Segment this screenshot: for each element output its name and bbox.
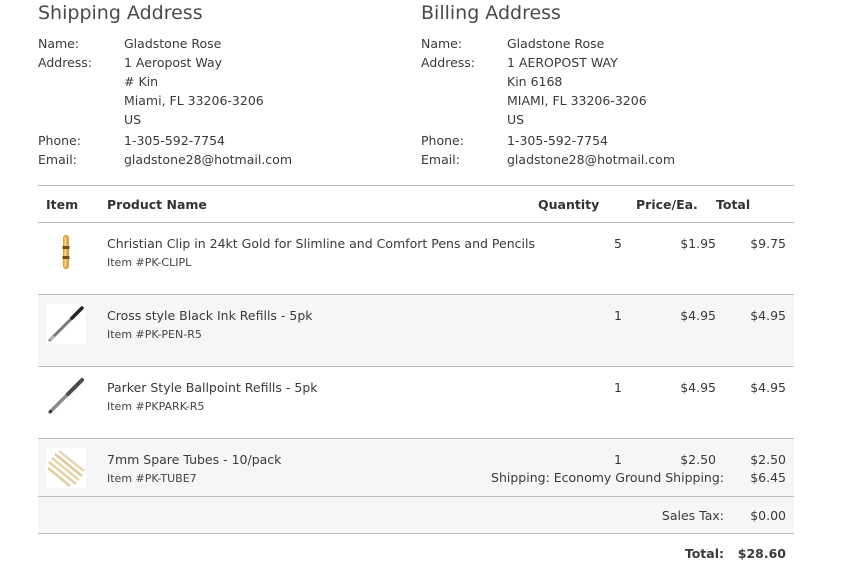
product-name-link[interactable]: Christian Clip in 24kt Gold for Slimline… — [107, 236, 538, 252]
table-row: Cross style Black Ink Refills - 5pk Item… — [38, 294, 794, 367]
shipping-address-line-4: US — [124, 112, 142, 127]
table-row: Christian Clip in 24kt Gold for Slimline… — [38, 222, 794, 295]
address-label: Address: — [421, 55, 475, 70]
billing-address-line-3: MIAMI, FL 33206-3206 — [507, 93, 647, 108]
quantity-value: 1 — [538, 366, 636, 439]
sales-tax-row: Sales Tax: $0.00 — [38, 497, 794, 534]
email-label: Email: — [421, 152, 460, 167]
shipping-summary-row: Shipping: Economy Ground Shipping: $6.45 — [38, 459, 794, 497]
sales-tax-label: Sales Tax: — [661, 507, 724, 523]
shipping-phone: 1-305-592-7754 — [124, 133, 226, 148]
product-name-link[interactable]: Parker Style Ballpoint Refills - 5pk — [107, 380, 538, 396]
quantity-value: 5 — [538, 222, 636, 295]
table-header-row: Item Product Name Quantity Price/Ea. Tot… — [38, 185, 794, 223]
item-column-header: Item — [38, 185, 107, 223]
shipping-address-line-3: Miami, FL 33206-3206 — [124, 93, 264, 108]
price-value: $4.95 — [636, 294, 716, 367]
refill-icon[interactable] — [46, 304, 86, 344]
billing-email: gladstone28@hotmail.com — [507, 152, 676, 167]
quantity-value: 1 — [538, 294, 636, 367]
total-value: $9.75 — [716, 222, 794, 295]
product-name-column-header: Product Name — [107, 185, 538, 223]
billing-address-line-1: 1 AEROPOST WAY — [507, 55, 618, 70]
billing-name: Gladstone Rose — [507, 36, 605, 51]
order-total-label: Total: — [684, 545, 724, 561]
product-code: Item #PKPARK-R5 — [107, 400, 205, 413]
product-code: Item #PK-PEN-R5 — [107, 328, 202, 341]
billing-address-line-4: US — [507, 112, 525, 127]
billing-address: Billing Address Name: Gladstone Rose Addr… — [421, 0, 675, 169]
sales-tax-amount: $0.00 — [750, 507, 786, 523]
name-label: Name: — [421, 36, 463, 51]
address-label: Address: — [38, 55, 92, 70]
billing-address-line-2: Kin 6168 — [507, 74, 563, 89]
shipping-address-line-2: # Kin — [124, 74, 159, 89]
gold-clip-icon[interactable] — [46, 232, 86, 272]
ballpoint-refill-icon[interactable] — [46, 376, 86, 416]
shipping-method-label: Shipping: Economy Ground Shipping: — [491, 470, 724, 485]
order-total-amount: $28.60 — [737, 545, 786, 561]
phone-label: Phone: — [421, 133, 464, 148]
shipping-address-title: Shipping Address — [38, 2, 203, 24]
shipping-email: gladstone28@hotmail.com — [124, 152, 293, 167]
total-column-header: Total — [716, 185, 794, 223]
total-value: $4.95 — [716, 366, 794, 439]
price-column-header: Price/Ea. — [636, 185, 716, 223]
phone-label: Phone: — [38, 133, 81, 148]
shipping-amount: $6.45 — [750, 470, 786, 485]
shipping-name: Gladstone Rose — [124, 36, 222, 51]
product-code: Item #PK-CLIPL — [107, 256, 192, 269]
price-value: $4.95 — [636, 366, 716, 439]
order-total-row: Total: $28.60 — [38, 534, 794, 564]
shipping-address-line-1: 1 Aeropost Way — [124, 55, 223, 70]
total-value: $4.95 — [716, 294, 794, 367]
product-name-link[interactable]: Cross style Black Ink Refills - 5pk — [107, 308, 538, 324]
name-label: Name: — [38, 36, 80, 51]
billing-phone: 1-305-592-7754 — [507, 133, 609, 148]
table-row: Parker Style Ballpoint Refills - 5pk Ite… — [38, 366, 794, 439]
email-label: Email: — [38, 152, 77, 167]
shipping-address: Shipping Address Name: Gladstone Rose Add… — [38, 0, 292, 169]
billing-address-title: Billing Address — [421, 2, 561, 24]
price-value: $1.95 — [636, 222, 716, 295]
quantity-column-header: Quantity — [538, 185, 636, 223]
